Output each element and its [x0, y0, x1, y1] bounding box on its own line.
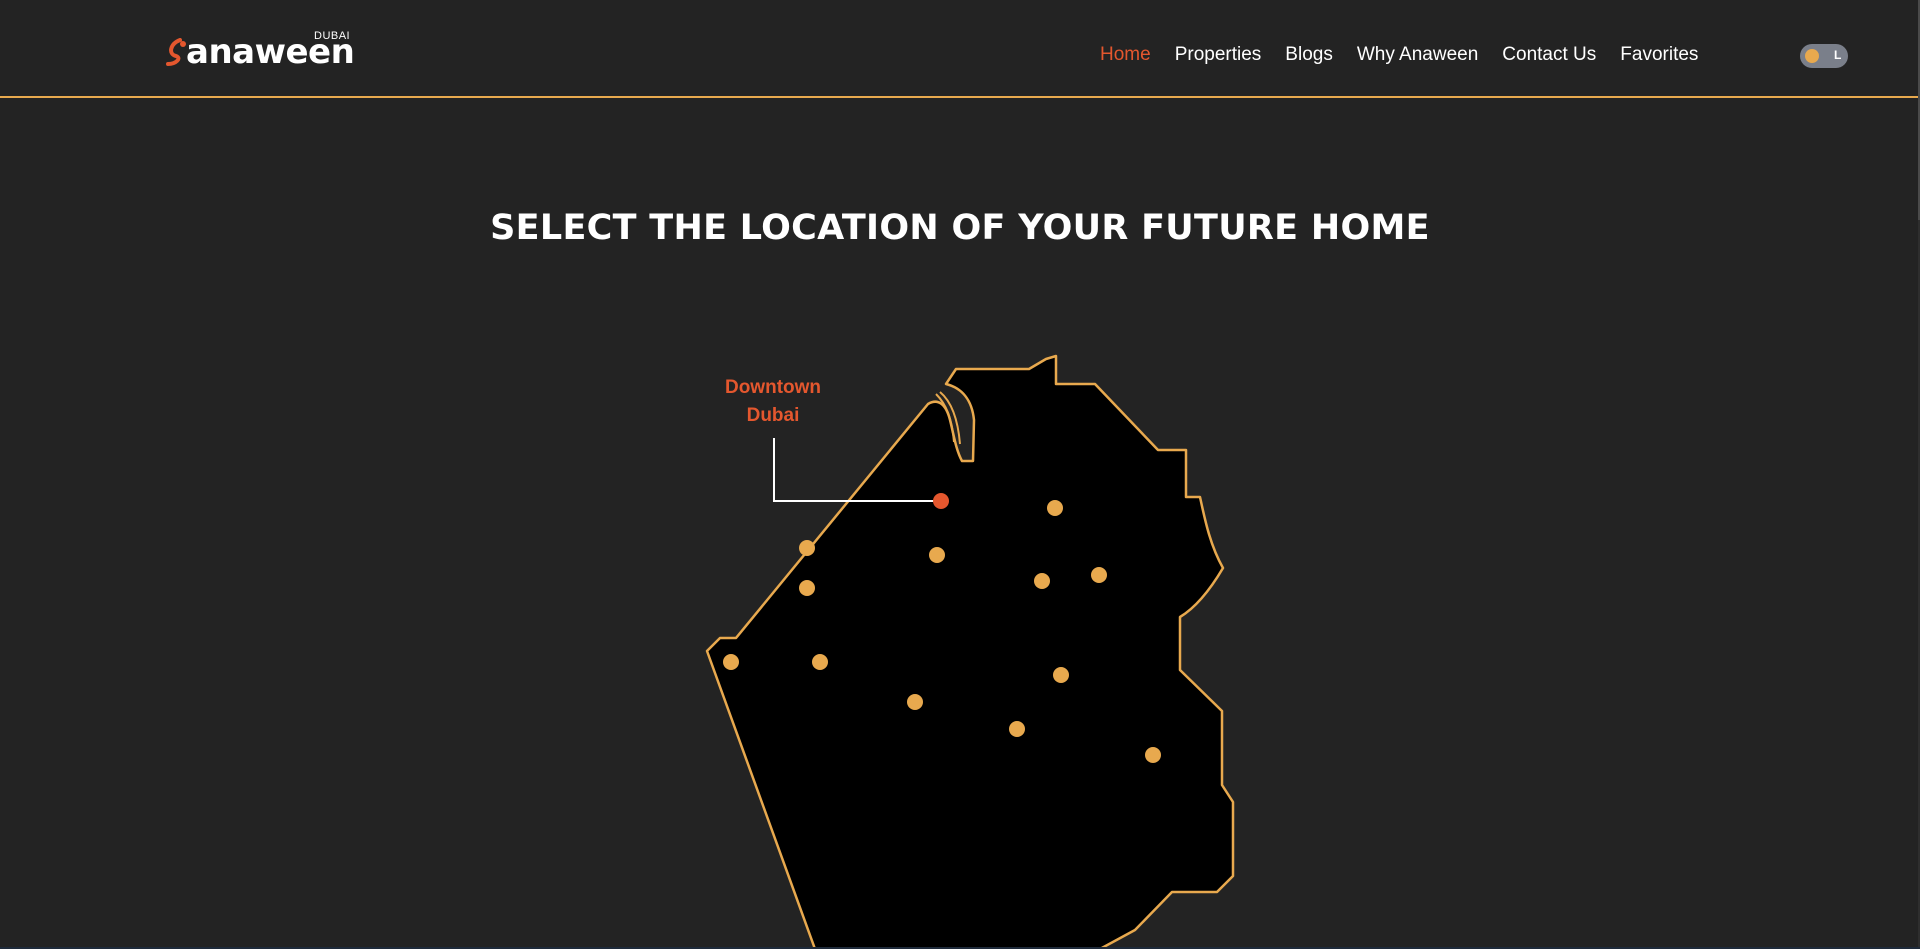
- selected-location-label-line: Downtown: [724, 377, 822, 398]
- location-marker[interactable]: [929, 547, 945, 563]
- nav-properties[interactable]: Properties: [1175, 44, 1262, 66]
- logo[interactable]: anaween DUBAI: [162, 28, 362, 72]
- map-outline: [705, 354, 1235, 949]
- theme-toggle-label: L: [1834, 48, 1842, 62]
- page: anaween DUBAI Home Properties Blogs Why …: [0, 0, 1920, 949]
- selected-location-label: Downtown Dubai: [700, 374, 846, 430]
- header: anaween DUBAI Home Properties Blogs Why …: [0, 0, 1918, 98]
- location-marker[interactable]: [799, 580, 815, 596]
- callout-line: [773, 438, 940, 502]
- location-marker[interactable]: [1009, 721, 1025, 737]
- location-marker[interactable]: [1047, 500, 1063, 516]
- main-nav: Home Properties Blogs Why Anaween Contac…: [1100, 40, 1722, 70]
- nav-favorites[interactable]: Favorites: [1620, 44, 1698, 66]
- nav-why-anaween[interactable]: Why Anaween: [1357, 44, 1478, 66]
- location-marker[interactable]: [1145, 747, 1161, 763]
- nav-blogs[interactable]: Blogs: [1285, 44, 1333, 66]
- marker-downtown-dubai[interactable]: [933, 493, 949, 509]
- location-marker[interactable]: [799, 540, 815, 556]
- location-marker[interactable]: [907, 694, 923, 710]
- palm-island-outline: [935, 391, 961, 445]
- logo-subtitle: DUBAI: [314, 30, 351, 42]
- selected-location-label-line: Dubai: [746, 405, 800, 426]
- nav-contact-us[interactable]: Contact Us: [1502, 44, 1596, 66]
- theme-toggle[interactable]: L: [1800, 44, 1848, 68]
- location-marker[interactable]: [1053, 667, 1069, 683]
- location-marker[interactable]: [1034, 573, 1050, 589]
- dubai-map: [705, 354, 1235, 949]
- location-marker[interactable]: [723, 654, 739, 670]
- nav-home[interactable]: Home: [1100, 44, 1151, 66]
- location-marker[interactable]: [812, 654, 828, 670]
- page-title: SELECT THE LOCATION OF YOUR FUTURE HOME: [490, 208, 1430, 248]
- theme-toggle-knob-icon: [1805, 49, 1819, 63]
- location-marker[interactable]: [1091, 567, 1107, 583]
